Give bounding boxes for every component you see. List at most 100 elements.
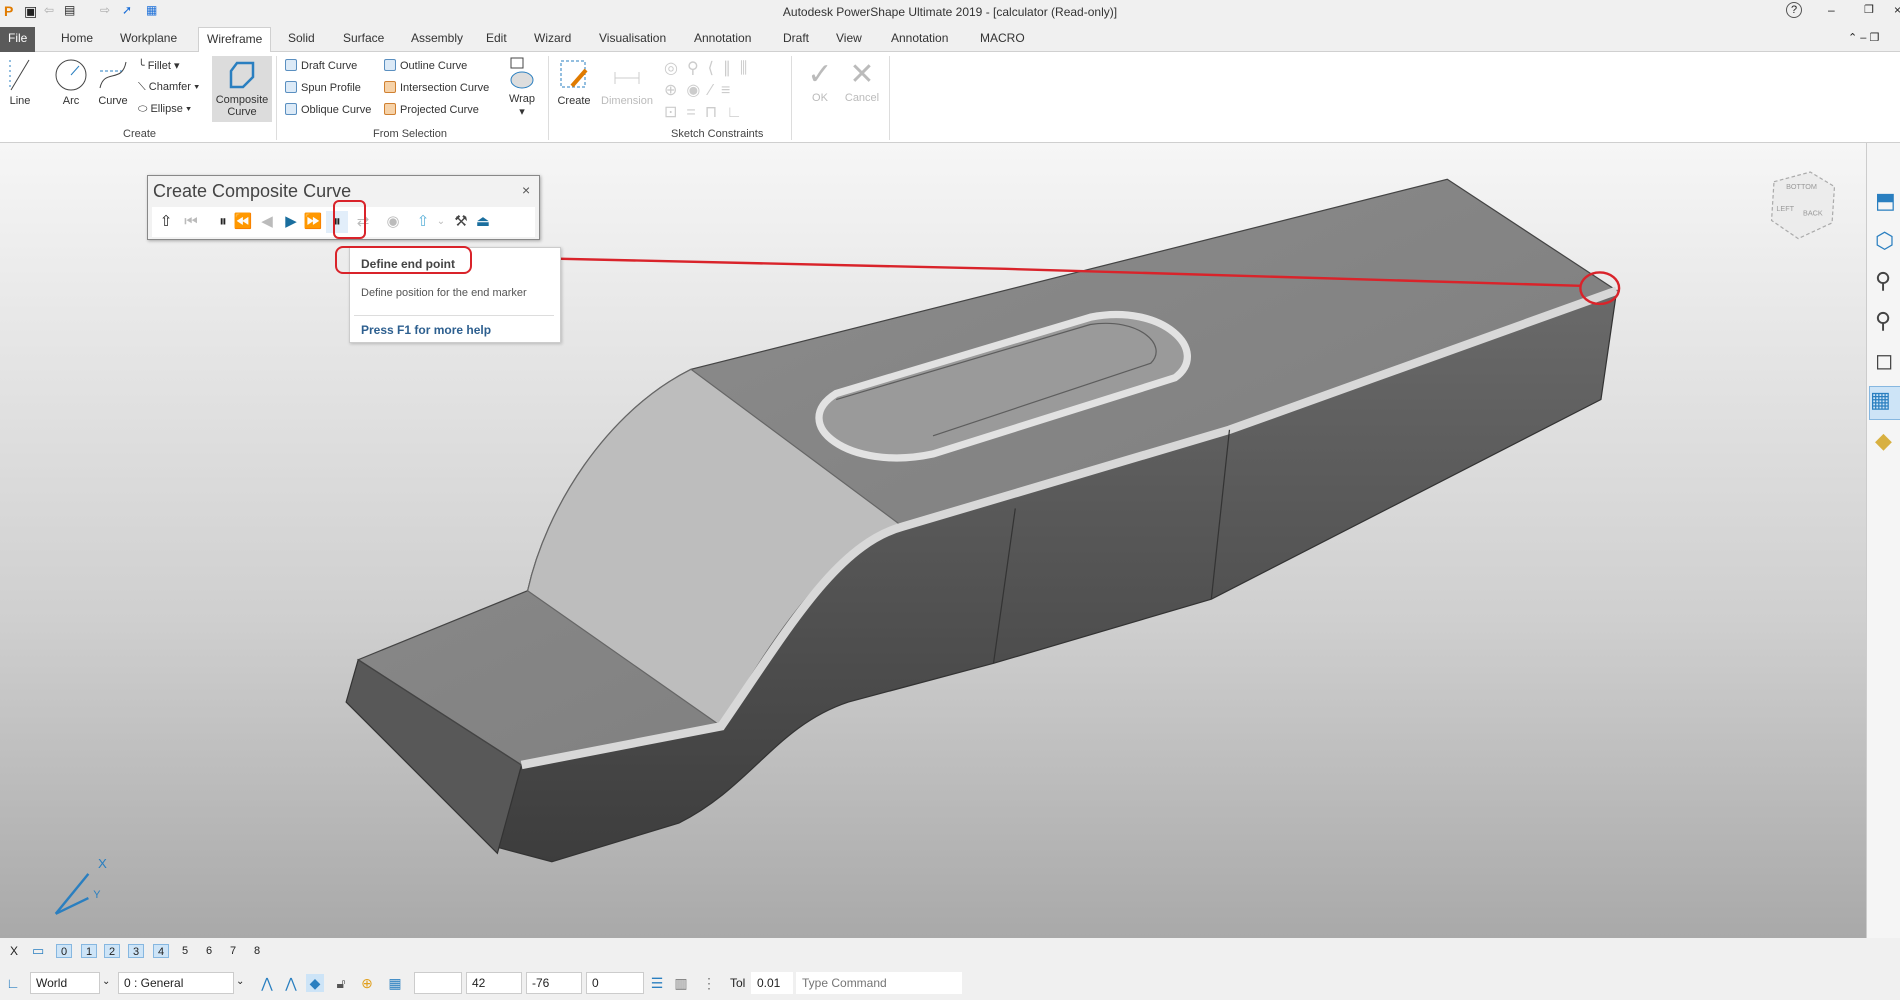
collapse-ribbon-icon[interactable]: ⌃ ‒ ❐ [1848, 31, 1879, 44]
rewind-icon[interactable]: ⏪ [232, 211, 254, 233]
go-start-icon[interactable]: ⏮ [180, 211, 202, 233]
pause-start-icon[interactable]: ⏸ [212, 211, 234, 233]
arc-button[interactable]: Arc [52, 58, 90, 107]
layer-5[interactable]: 5 [177, 944, 193, 958]
tolerance-field[interactable]: 0.01 [751, 972, 793, 994]
close-window-button[interactable]: × [1894, 3, 1900, 17]
tab-assembly[interactable]: Assembly [411, 31, 463, 45]
coordinate-x-field[interactable]: 42 [466, 972, 522, 994]
coordinate-list-icon[interactable]: ☰ [648, 974, 666, 992]
tooltip-help-link[interactable]: Press F1 for more help [361, 323, 491, 337]
coordinate-z-field[interactable]: 0 [586, 972, 644, 994]
intersection-curve-button[interactable]: Intersection Curve [384, 81, 489, 94]
chevron-down-icon[interactable]: ⌄ [102, 976, 110, 987]
model-view[interactable]: BOTTOM LEFT BACK X Y [0, 143, 1866, 938]
wireframe-view-icon[interactable]: ◻ [1875, 348, 1893, 374]
oblique-curve-button[interactable]: Oblique Curve [285, 103, 371, 116]
lock-icon[interactable]: 🔓︎ [332, 974, 350, 992]
chevron-down-icon[interactable]: ⌄ [236, 976, 244, 987]
restore-button[interactable]: ❐ [1864, 3, 1874, 16]
tab-home[interactable]: Home [61, 31, 93, 45]
snap-icon[interactable]: ⊕ [358, 974, 376, 992]
tab-wizard[interactable]: Wizard [534, 31, 571, 45]
projected-curve-icon [384, 103, 396, 115]
composite-curve-icon [229, 61, 255, 89]
layer-6[interactable]: 6 [201, 944, 217, 958]
layer-close-button[interactable]: X [10, 944, 18, 958]
ok-button[interactable]: ✓ OK [802, 58, 838, 104]
sketch-create-button[interactable]: Create [555, 58, 593, 107]
tools-icon[interactable]: ⚒ [450, 211, 472, 233]
level-select[interactable]: 0 : General [118, 972, 234, 994]
zoom-fit-icon[interactable]: ⚲ [1875, 308, 1891, 334]
dimension-button[interactable]: Dimension [600, 58, 654, 107]
composite-curve-button[interactable]: Composite Curve [212, 56, 272, 122]
eject-icon[interactable]: ⏏ [472, 211, 494, 233]
view-cube-right-label: BACK [1803, 209, 1823, 218]
layer-2[interactable]: 2 [104, 944, 120, 958]
help-icon[interactable]: ? [1786, 2, 1802, 18]
chevron-down-icon[interactable]: ⌄ [430, 211, 452, 233]
line-icon [9, 59, 30, 91]
tab-wireframe[interactable]: Wireframe [198, 27, 272, 53]
tab-solid[interactable]: Solid [288, 31, 315, 45]
layer-3[interactable]: 3 [128, 944, 144, 958]
options-icon[interactable]: ⋮ [700, 974, 718, 992]
tab-edit[interactable]: Edit [486, 31, 507, 45]
tab-surface[interactable]: Surface [343, 31, 384, 45]
tab-annotation[interactable]: Annotation [694, 31, 751, 45]
spun-profile-button[interactable]: Spun Profile [285, 81, 361, 94]
view-cube[interactable]: BOTTOM LEFT BACK [1770, 171, 1836, 240]
tab-workplane[interactable]: Workplane [120, 31, 177, 45]
layer-icon[interactable]: ▭ [32, 943, 44, 959]
axis-triad: X Y [54, 856, 107, 915]
zoom-window-icon[interactable]: ⚲ [1875, 268, 1891, 294]
ellipse-button[interactable]: ⬭ Ellipse ▾ [138, 103, 191, 116]
workplane-select[interactable]: World [30, 972, 100, 994]
coordinate-blank-field[interactable] [414, 972, 462, 994]
accept-icon[interactable]: ⇧ [155, 211, 177, 233]
3d-viewport[interactable]: BOTTOM LEFT BACK X Y [0, 143, 1866, 938]
projected-curve-button[interactable]: Projected Curve [384, 103, 479, 116]
fast-forward-icon[interactable]: ⏩ [302, 211, 324, 233]
outline-curve-label: Outline Curve [400, 60, 468, 72]
outline-curve-button[interactable]: Outline Curve [384, 59, 467, 72]
tab-annotation-2[interactable]: Annotation [891, 31, 948, 45]
tab-view[interactable]: View [836, 31, 862, 45]
layer-7[interactable]: 7 [225, 944, 241, 958]
layer-1[interactable]: 1 [81, 944, 97, 958]
tab-draft[interactable]: Draft [783, 31, 809, 45]
tab-file[interactable]: File [0, 27, 36, 52]
grid-icon[interactable]: ▦ [386, 974, 404, 992]
tab-visualisation[interactable]: Visualisation [599, 31, 666, 45]
minimize-button[interactable]: ‒ [1828, 3, 1835, 17]
dialog-close-button[interactable]: × [522, 182, 530, 198]
pyramid-icon[interactable]: ◆ [1875, 428, 1892, 454]
cancel-button[interactable]: ✕ Cancel [842, 58, 882, 104]
axis-y-icon[interactable]: ⋀ [282, 974, 300, 992]
coordinate-y-field[interactable]: -76 [526, 972, 582, 994]
layer-8[interactable]: 8 [249, 944, 265, 958]
chamfer-button[interactable]: ⟍ Chamfer ▾ [138, 81, 199, 94]
wrap-button[interactable]: Wrap ▾ [504, 56, 540, 118]
line-button[interactable]: Line [6, 58, 34, 107]
fillet-button[interactable]: ╰ Fillet ▾ [138, 59, 180, 72]
axis-x-icon[interactable]: ⋀ [258, 974, 276, 992]
workplane-axis-icon[interactable]: ∟ [4, 974, 22, 992]
shaded-view-icon[interactable]: ▦ [1869, 386, 1900, 420]
layer-4[interactable]: 4 [153, 944, 169, 958]
dimension-label: Dimension [601, 95, 653, 107]
command-input[interactable] [796, 972, 962, 994]
layer-0[interactable]: 0 [56, 944, 72, 958]
sketch-constraint-icons[interactable]: ◎⚲⟨∥⫼ ⊕◉∕≡ ⊡=⊓∟ [664, 58, 764, 124]
curve-button[interactable]: Curve [96, 58, 130, 107]
tab-macro[interactable]: MACRO [980, 31, 1025, 45]
calculator-icon[interactable]: ▥ [672, 974, 690, 992]
step-back-icon[interactable]: ◀ [256, 211, 278, 233]
view-iso-icon[interactable]: ⬡ [1875, 228, 1894, 254]
axis-z-icon[interactable]: ◆ [306, 974, 324, 992]
record-icon[interactable]: ◉ [382, 211, 404, 233]
step-forward-icon[interactable]: ▶ [280, 211, 302, 233]
draft-curve-button[interactable]: Draft Curve [285, 59, 357, 72]
view-top-icon[interactable]: ⬒ [1875, 188, 1896, 214]
